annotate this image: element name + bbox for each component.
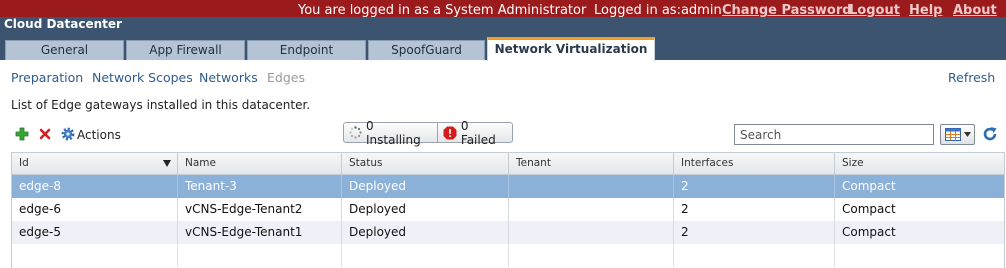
empty-cell	[509, 244, 674, 267]
table-header: Id Name Status Tenant Interfaces Size	[12, 153, 1004, 175]
cell-interfaces: 2	[674, 221, 835, 244]
edges-table: Id Name Status Tenant Interfaces Size ed…	[11, 152, 1005, 268]
cell-size: Compact	[842, 202, 896, 216]
table-row[interactable]: edge-5 vCNS-Edge-Tenant1 Deployed 2 Comp…	[12, 221, 1004, 244]
cell-name: vCNS-Edge-Tenant2	[178, 198, 342, 221]
cell-status: Deployed	[342, 175, 509, 198]
empty-cell	[178, 244, 342, 267]
cell-name: vCNS-Edge-Tenant1	[178, 221, 342, 244]
page-description: List of Edge gateways installed in this …	[11, 98, 311, 112]
empty-cell	[12, 244, 178, 267]
empty-cell	[835, 244, 1004, 267]
table-row[interactable]: edge-8 Tenant-3 Deployed 2 Compact	[12, 175, 1004, 198]
tab-spoofguard[interactable]: SpoofGuard	[368, 40, 485, 60]
failed-count: 0 Failed	[460, 118, 496, 147]
x-icon[interactable]	[37, 126, 53, 142]
spinner-icon	[349, 126, 362, 139]
cell-id: edge-5	[12, 221, 178, 244]
empty-row	[12, 244, 1004, 267]
tab-app-firewall[interactable]: App Firewall	[126, 40, 245, 60]
column-header-interfaces[interactable]: Interfaces	[674, 153, 835, 174]
cell-interfaces: 2	[674, 175, 835, 198]
sort-descending-icon	[163, 160, 171, 167]
refresh-link[interactable]: Refresh	[948, 70, 995, 86]
column-header-id[interactable]: Id	[12, 153, 178, 174]
cell-interfaces: 2	[674, 198, 835, 221]
tab-general[interactable]: General	[5, 40, 124, 60]
cell-status: Deployed	[342, 198, 509, 221]
column-header-label: Id	[19, 157, 29, 169]
refresh-icon[interactable]	[982, 126, 998, 142]
cell-size: Compact	[842, 225, 896, 239]
column-header-tenant[interactable]: Tenant	[509, 153, 674, 174]
chevron-down-icon	[963, 132, 971, 137]
cell-status: Deployed	[342, 221, 509, 244]
column-header-status[interactable]: Status	[342, 153, 509, 174]
plus-icon[interactable]	[14, 126, 30, 142]
table-row[interactable]: edge-6 vCNS-Edge-Tenant2 Deployed 2 Comp…	[12, 198, 1004, 221]
cell-tenant	[509, 175, 674, 198]
column-picker-button[interactable]	[940, 124, 975, 145]
cell-id: edge-8	[12, 175, 178, 198]
subnav-network-scopes[interactable]: Network Scopes	[92, 70, 193, 86]
cell-tenant	[509, 221, 674, 244]
tab-endpoint[interactable]: Endpoint	[247, 40, 366, 60]
cell-id: edge-6	[12, 198, 178, 221]
column-header-size[interactable]: Size	[835, 153, 1004, 174]
subnav-preparation[interactable]: Preparation	[11, 70, 83, 86]
cell-tenant	[509, 198, 674, 221]
installing-count: 0 Installing	[366, 118, 421, 147]
subnav-edges: Edges	[267, 70, 305, 85]
search-input[interactable]	[734, 124, 934, 145]
cell-name: Tenant-3	[178, 175, 342, 198]
gear-icon[interactable]	[60, 126, 76, 142]
installing-filter-button[interactable]: 0 Installing	[344, 119, 437, 147]
empty-cell	[342, 244, 509, 267]
app-title: Cloud Datacenter	[4, 17, 122, 31]
tab-network-virtualization[interactable]: Network Virtualization	[487, 37, 655, 61]
status-filter-group: 0 Installing 0 Failed	[343, 119, 513, 147]
error-icon	[443, 126, 457, 140]
column-header-name[interactable]: Name	[178, 153, 342, 174]
empty-cell	[674, 244, 835, 267]
grid-columns-icon	[944, 128, 961, 141]
actions-menu[interactable]: Actions	[77, 127, 121, 143]
cell-size: Compact	[842, 179, 896, 193]
failed-filter-button[interactable]: 0 Failed	[436, 119, 512, 147]
subnav-networks[interactable]: Networks	[199, 70, 258, 86]
